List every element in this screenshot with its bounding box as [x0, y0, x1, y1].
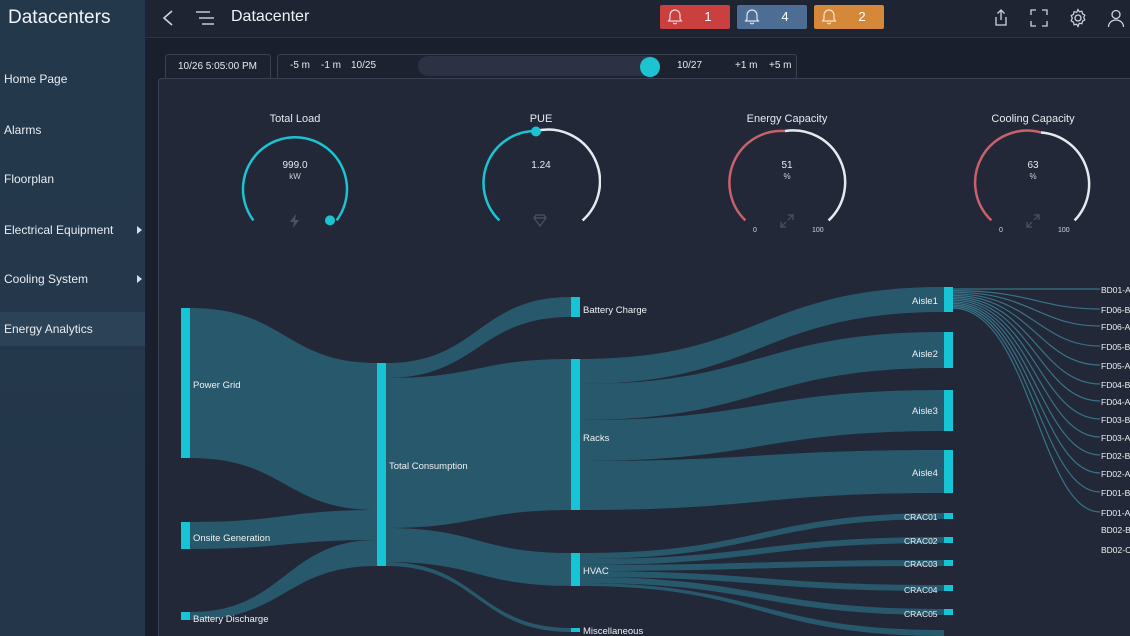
- node-power-grid[interactable]: [181, 308, 190, 458]
- node-crac02[interactable]: [944, 537, 953, 543]
- node-label-crac04: CRAC04: [904, 585, 938, 595]
- node-label-miscellaneous: Miscellaneous: [583, 626, 644, 636]
- node-label-onsite-generation: Onsite Generation: [193, 533, 271, 544]
- app-root: Datacenters Home Page Alarms Floorplan E…: [0, 0, 1130, 636]
- node-label-hvac: HVAC: [583, 566, 609, 577]
- flow-battery-discharge-to-total: [190, 540, 377, 620]
- node-label-battery-discharge: Battery Discharge: [193, 614, 269, 625]
- node-crac04[interactable]: [944, 585, 953, 591]
- node-aisle1[interactable]: [944, 287, 953, 312]
- node-label-aisle2: Aisle2: [912, 349, 938, 360]
- node-aisle2[interactable]: [944, 332, 953, 368]
- node-battery-charge[interactable]: [571, 297, 580, 317]
- node-label-crac03: CRAC03: [904, 559, 938, 569]
- node-label-aisle3: Aisle3: [912, 406, 938, 417]
- node-label-crac05: CRAC05: [904, 609, 938, 619]
- node-aisle3[interactable]: [944, 390, 953, 431]
- node-label-total-consumption: Total Consumption: [389, 461, 468, 472]
- node-crac05[interactable]: [944, 609, 953, 615]
- flow-total-to-hvac: [386, 528, 571, 586]
- node-label-crac02: CRAC02: [904, 536, 938, 546]
- node-aisle4[interactable]: [944, 450, 953, 493]
- node-label-racks: Racks: [583, 433, 610, 444]
- node-label-aisle1: Aisle1: [912, 296, 938, 307]
- flow-total-to-racks: [386, 359, 571, 528]
- node-label-crac01: CRAC01: [904, 512, 938, 522]
- node-crac01[interactable]: [944, 513, 953, 519]
- node-hvac[interactable]: [571, 553, 580, 586]
- node-label-aisle4: Aisle4: [912, 468, 938, 479]
- node-miscellaneous[interactable]: [571, 628, 580, 632]
- node-battery-discharge[interactable]: [181, 612, 190, 620]
- node-crac03[interactable]: [944, 560, 953, 566]
- node-racks[interactable]: [571, 359, 580, 510]
- aisle1-leaf-line: [952, 307, 1101, 513]
- flow-power-grid-to-total: [190, 308, 377, 510]
- node-onsite-generation[interactable]: [181, 522, 190, 549]
- aisle1-distribution-lines: [952, 288, 1101, 513]
- energy-sankey-diagram: [181, 287, 1101, 636]
- node-label-battery-charge: Battery Charge: [583, 305, 647, 316]
- aisle1-leaf-line: [952, 301, 1101, 438]
- node-label-power-grid: Power Grid: [193, 380, 241, 391]
- node-total-consumption[interactable]: [377, 363, 386, 566]
